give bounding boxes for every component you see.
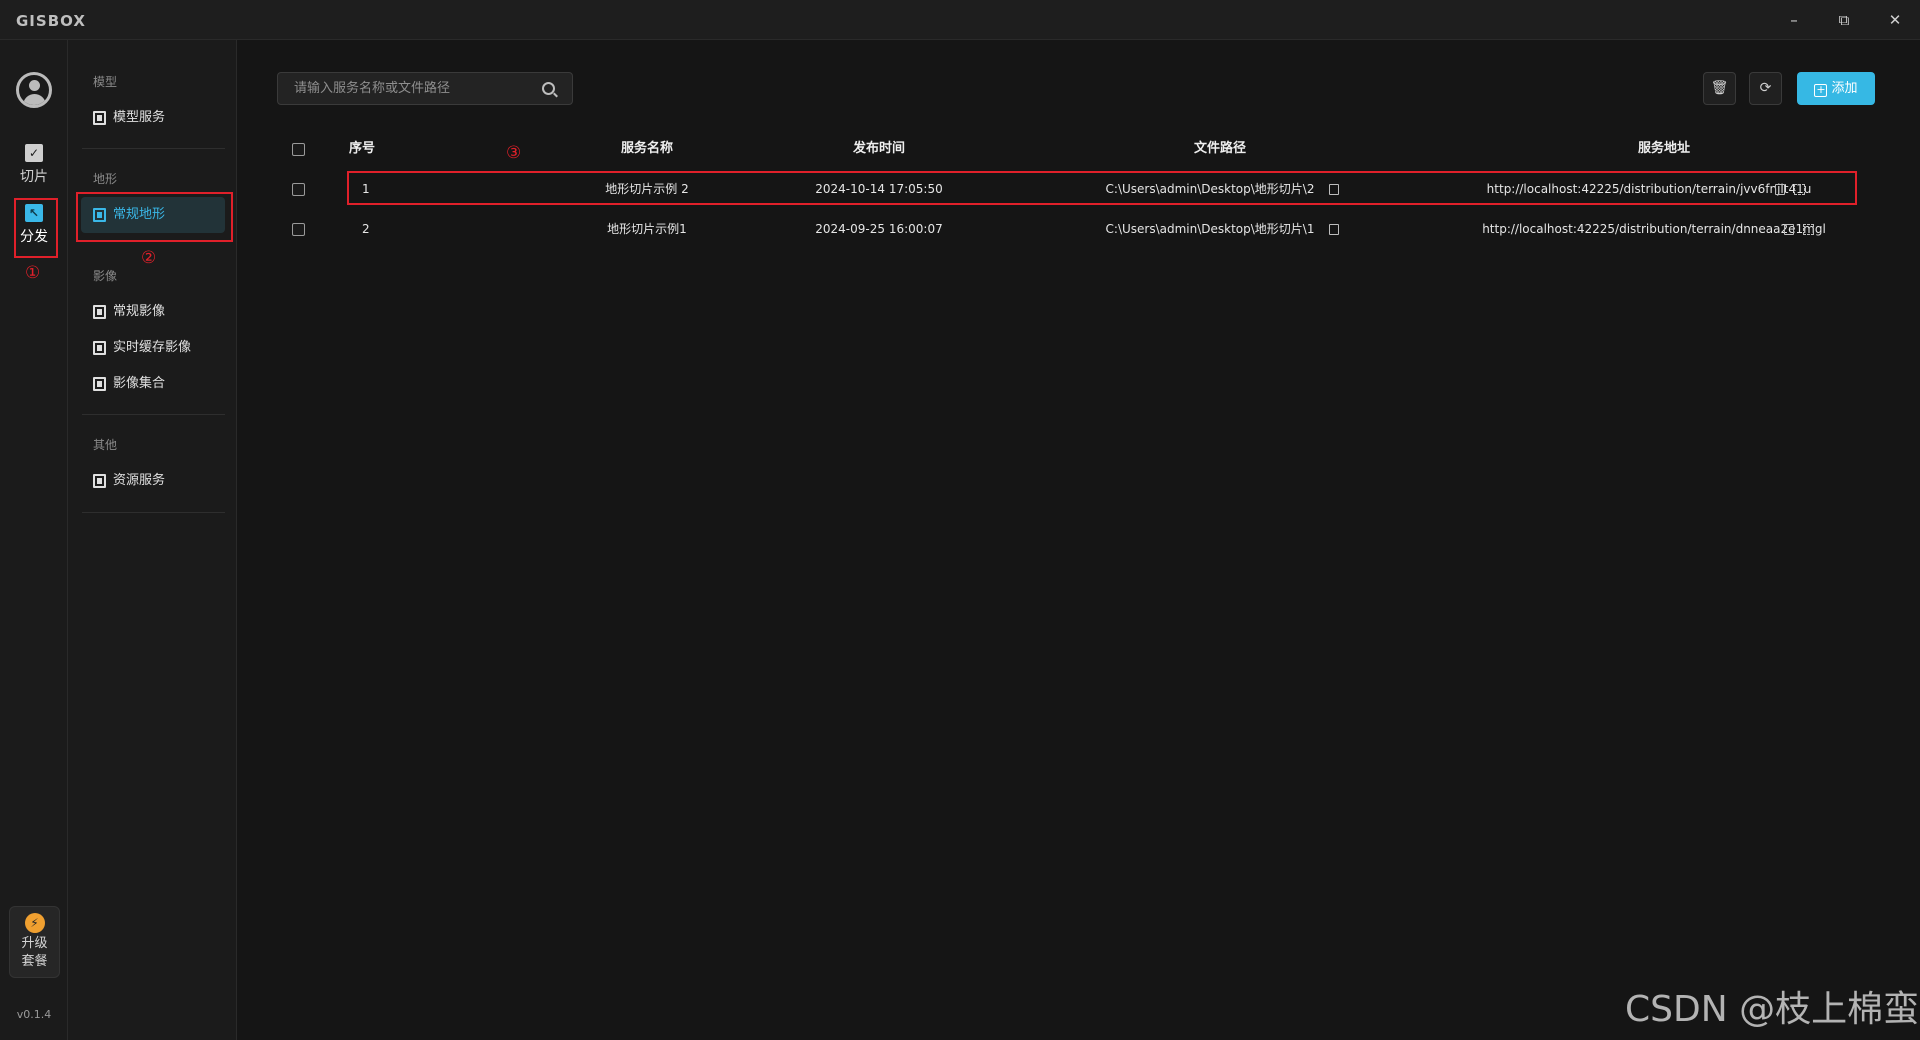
close-button[interactable]: ✕	[1875, 6, 1915, 34]
row-url: http://localhost:42225/distribution/terr…	[1482, 222, 1826, 236]
group-title-other: 其他	[93, 438, 118, 452]
add-button[interactable]: + 添加	[1797, 72, 1875, 105]
slice-icon: ✓	[25, 144, 43, 162]
nav-item-label: 常规影像	[113, 304, 166, 319]
icon-sidebar: ✓ 切片 ↖ 分发 ⚡ 升级 套餐 v0.1.4	[0, 40, 68, 1040]
row-index: 2	[362, 222, 370, 236]
app-logo: GISBOX	[16, 12, 86, 30]
resource-icon	[93, 474, 106, 488]
upgrade-plan-button[interactable]: ⚡ 升级 套餐	[9, 906, 60, 978]
search-input[interactable]	[278, 73, 538, 104]
column-header-path: 文件路径	[1193, 141, 1246, 156]
nav-item-label: 模型服务	[113, 110, 166, 125]
nav-item-regular-imagery[interactable]: 常规影像	[81, 294, 225, 330]
select-all-checkbox[interactable]	[292, 143, 305, 156]
group-title-imagery: 影像	[93, 269, 118, 283]
annotation-number-3: ③	[506, 143, 522, 163]
divider	[82, 148, 225, 149]
version-label: v0.1.4	[16, 1008, 52, 1021]
nav-item-resource-service[interactable]: 资源服务	[81, 463, 225, 499]
maximize-button[interactable]: ⧉	[1824, 6, 1864, 34]
refresh-icon: ⟳	[1759, 80, 1772, 96]
column-header-index: 序号	[349, 141, 376, 156]
column-header-url: 服务地址	[1637, 141, 1690, 156]
copy-icon[interactable]	[1784, 224, 1794, 235]
divider	[82, 512, 225, 513]
sub-sidebar: 模型 模型服务 地形 常规地形 影像 常规影像 实时缓存影像 影像集合 其他 资…	[68, 40, 237, 1040]
row-checkbox[interactable]	[292, 223, 305, 236]
divider	[82, 414, 225, 415]
trash-icon: 🗑	[1710, 80, 1729, 96]
refresh-button[interactable]: ⟳	[1749, 72, 1782, 105]
annotation-number-2: ②	[141, 248, 157, 268]
column-header-time: 发布时间	[852, 141, 905, 156]
row-checkbox[interactable]	[292, 183, 305, 196]
nav-item-imagery-collection[interactable]: 影像集合	[81, 366, 225, 402]
column-header-name: 服务名称	[620, 141, 673, 156]
group-title-terrain: 地形	[93, 172, 118, 186]
rail-item-slice[interactable]: ✓ 切片	[10, 138, 58, 194]
upgrade-label-1: 升级	[21, 936, 48, 951]
nav-item-model-service[interactable]: 模型服务	[81, 100, 225, 136]
row-path: C:\Users\admin\Desktop\地形切片\1	[1105, 222, 1315, 236]
imagery-icon	[93, 305, 106, 319]
table-row[interactable]: 2 地形切片示例1 2024-09-25 16:00:07 C:\Users\a…	[277, 210, 1897, 250]
group-title-model: 模型	[93, 75, 118, 89]
qrcode-icon[interactable]	[1803, 224, 1814, 235]
row-time: 2024-09-25 16:00:07	[815, 222, 943, 236]
nav-item-label: 影像集合	[113, 376, 166, 391]
upgrade-label-2: 套餐	[21, 954, 48, 969]
delete-button[interactable]: 🗑	[1703, 72, 1736, 105]
title-bar: GISBOX – ⧉ ✕	[0, 0, 1920, 40]
watermark: CSDN @枝上棉蛮	[1625, 989, 1920, 1030]
imagery-icon	[93, 341, 106, 355]
nav-item-label: 实时缓存影像	[113, 340, 192, 355]
imagery-icon	[93, 377, 106, 391]
rail-item-label: 切片	[20, 169, 48, 185]
plus-icon: +	[1814, 83, 1828, 97]
annotation-box-2	[76, 192, 233, 242]
bolt-icon: ⚡	[24, 913, 45, 933]
search-box	[277, 72, 573, 105]
avatar[interactable]	[16, 72, 52, 108]
annotation-box-3	[347, 171, 1857, 205]
search-icon[interactable]	[542, 82, 555, 95]
row-name: 地形切片示例1	[607, 222, 687, 236]
model-icon	[93, 111, 106, 125]
add-label: 添加	[1831, 81, 1858, 96]
minimize-button[interactable]: –	[1774, 6, 1814, 34]
annotation-number-1: ①	[25, 263, 41, 283]
nav-item-label: 资源服务	[113, 473, 166, 488]
nav-item-realtime-cache-imagery[interactable]: 实时缓存影像	[81, 330, 225, 366]
annotation-box-1	[14, 198, 58, 258]
open-folder-icon[interactable]	[1329, 224, 1339, 235]
